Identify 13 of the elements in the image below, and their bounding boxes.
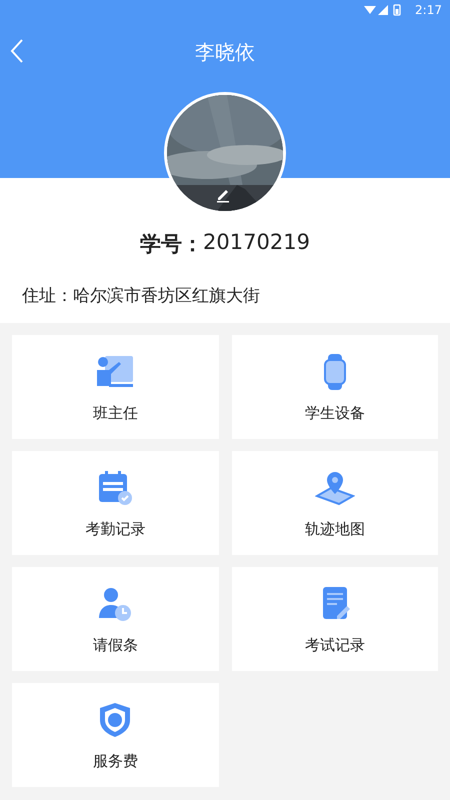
menu-card[interactable]: 班主任 xyxy=(12,335,218,439)
menu-card[interactable]: 轨迹地图 xyxy=(232,451,438,555)
address: 住址：哈尔滨市香坊区红旗大街 xyxy=(22,285,261,307)
menu-card[interactable]: 考试记录 xyxy=(232,567,438,671)
menu-card[interactable]: 服务费 xyxy=(12,683,218,787)
menu-card[interactable]: 学生设备 xyxy=(232,335,438,439)
edit-icon[interactable] xyxy=(215,187,231,203)
menu-card[interactable]: 考勤记录 xyxy=(12,451,218,555)
student-id-label: 学号： xyxy=(140,231,204,258)
student-id: 20170219 xyxy=(203,230,310,256)
page-title: 李晓依 xyxy=(195,38,255,66)
menu-card[interactable]: 请假条 xyxy=(12,567,218,671)
status-time: 2:17 xyxy=(415,3,442,17)
